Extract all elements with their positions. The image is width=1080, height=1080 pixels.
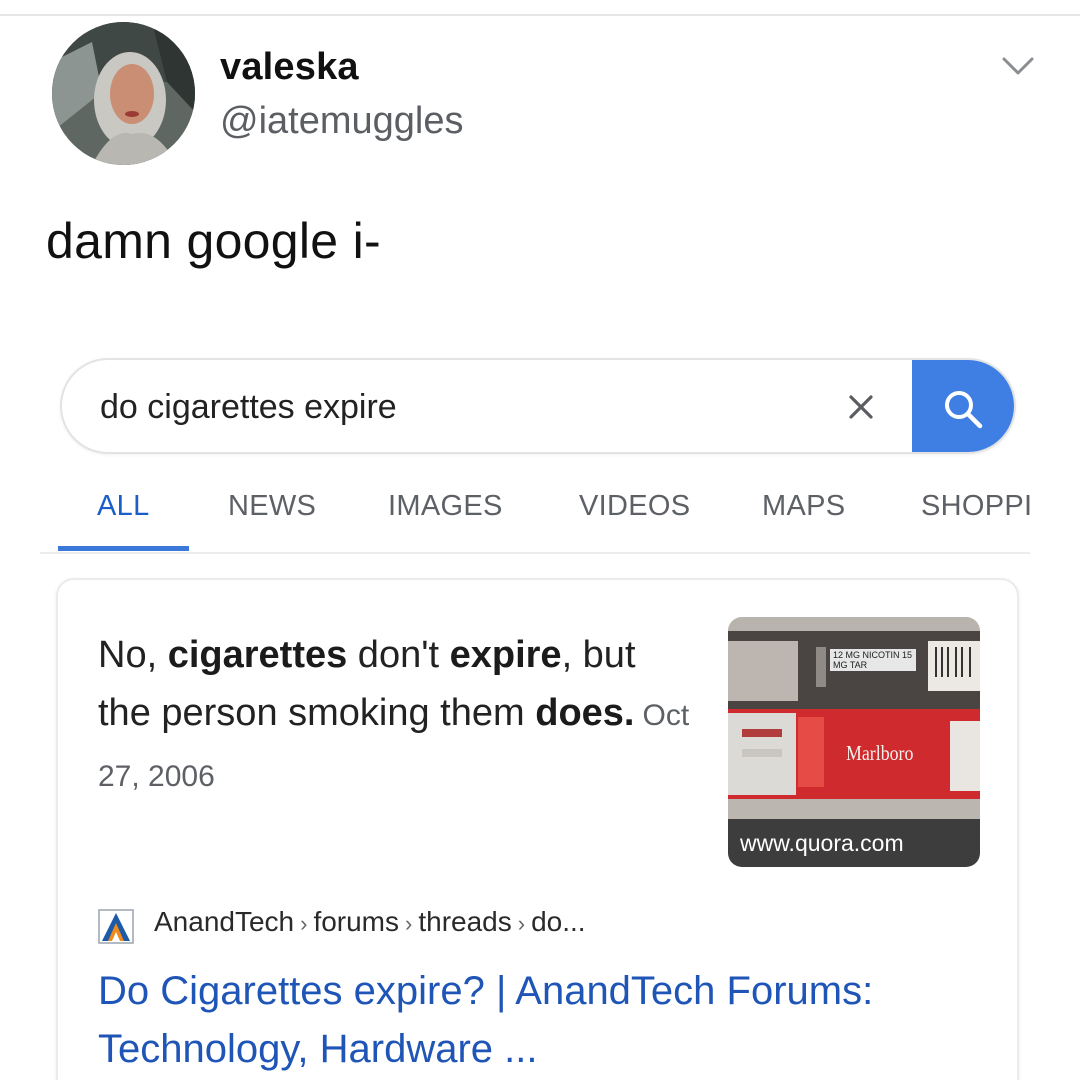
tab-videos[interactable]: VIDEOS	[579, 490, 690, 523]
breadcrumb-item: do...	[531, 906, 586, 937]
result-title-link[interactable]: Do Cigarettes expire? | AnandTech Forums…	[98, 962, 978, 1078]
avatar[interactable]	[52, 22, 195, 165]
tab-images[interactable]: IMAGES	[388, 490, 503, 523]
image-brand-label: Marlboro	[846, 741, 914, 765]
answer-bold-text: expire	[449, 634, 562, 676]
answer-bold-text: does.	[535, 692, 635, 734]
breadcrumb-item: forums	[313, 906, 400, 937]
featured-snippet-answer: No, cigarettes don't expire, but the per…	[98, 626, 698, 806]
answer-text: No,	[98, 634, 168, 676]
breadcrumb: AnandTech › forums › threads › do...	[154, 906, 586, 938]
close-icon[interactable]	[844, 390, 878, 424]
user-handle[interactable]: @iatemuggles	[220, 100, 463, 143]
top-divider	[0, 14, 1080, 16]
snippet-image[interactable]: 12 MG NICOTIN 15 MG TAR Marlboro www.quo…	[728, 617, 980, 867]
breadcrumb-separator-icon: ›	[517, 911, 526, 936]
tweet-text: damn google i-	[46, 213, 381, 269]
result-title-line[interactable]: Technology, Hardware ...	[98, 1020, 978, 1078]
anandtech-favicon-icon	[98, 907, 136, 945]
search-tabs: ALL NEWS IMAGES VIDEOS MAPS SHOPPI	[0, 490, 1080, 530]
image-source[interactable]: www.quora.com	[740, 830, 904, 857]
image-warning-label: 12 MG NICOTIN 15 MG TAR	[830, 649, 916, 671]
breadcrumb-separator-icon: ›	[300, 911, 308, 936]
image-caption-bar: www.quora.com	[728, 819, 980, 867]
search-bar[interactable]: do cigarettes expire	[60, 358, 1016, 454]
tab-shopping[interactable]: SHOPPI	[921, 490, 1032, 523]
search-input[interactable]: do cigarettes expire	[100, 388, 397, 427]
tabs-divider	[40, 552, 1030, 554]
tab-all[interactable]: ALL	[97, 490, 150, 523]
answer-text: don't	[347, 634, 450, 676]
answer-bold-text: cigarettes	[167, 634, 348, 676]
search-icon	[945, 391, 983, 429]
chevron-down-icon[interactable]	[1000, 50, 1036, 80]
active-tab-indicator	[58, 546, 189, 551]
breadcrumb-item: threads	[418, 906, 512, 937]
page: valeska @iatemuggles damn google i- do c…	[0, 0, 1080, 1080]
tab-maps[interactable]: MAPS	[762, 490, 845, 523]
search-button[interactable]	[912, 360, 1014, 452]
breadcrumb-item: AnandTech	[154, 906, 295, 937]
breadcrumb-separator-icon: ›	[405, 911, 413, 936]
tab-news[interactable]: NEWS	[228, 490, 316, 523]
display-name[interactable]: valeska	[220, 46, 359, 89]
result-title-line[interactable]: Do Cigarettes expire? | AnandTech Forums…	[98, 962, 978, 1020]
